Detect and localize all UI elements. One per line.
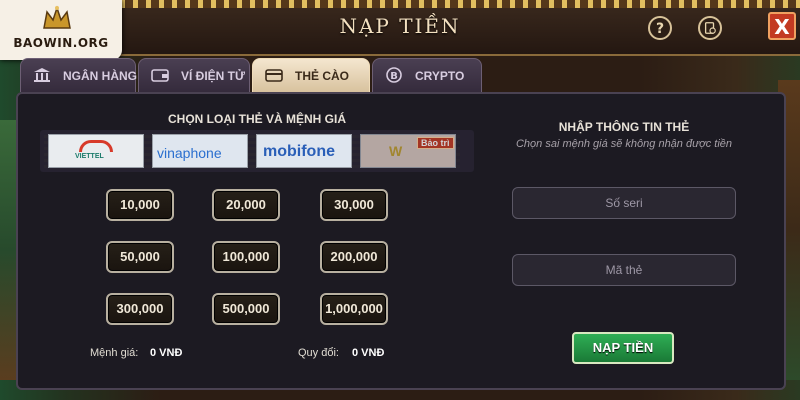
tab-ngan-hang[interactable]: NGÂN HÀNG [20, 58, 137, 92]
card-info-title: NHẬP THÔNG TIN THẺ [558, 120, 690, 134]
carrier-logo-mark: W [389, 143, 403, 159]
maintenance-badge: Bảo trì [417, 137, 454, 149]
carrier-list: VIETTEL vinaphone mobifone W Bảo trì [40, 130, 474, 172]
carrier-viettel[interactable]: VIETTEL [44, 134, 148, 169]
serial-input[interactable]: Số seri [512, 187, 736, 219]
amount-button[interactable]: 100,000 [212, 241, 280, 273]
carrier-maintenance[interactable]: W Bảo trì [356, 134, 460, 169]
viettel-logo-mark [79, 140, 113, 152]
tab-the-cao[interactable]: THẺ CÀO [252, 58, 370, 92]
carrier-name: mobifone [263, 143, 335, 160]
page-title: NẠP TIỀN [339, 14, 461, 38]
crown-icon [43, 5, 71, 29]
bank-icon [34, 68, 50, 82]
wallet-icon [151, 69, 169, 82]
amount-button[interactable]: 200,000 [320, 241, 388, 273]
amount-button[interactable]: 1,000,000 [320, 293, 388, 325]
quy-doi-label: Quy đổi: [298, 347, 339, 359]
logo-text: BAOWIN.ORG [13, 36, 109, 50]
tab-vi-dien-tu[interactable]: VÍ ĐIỆN TỬ [138, 58, 250, 92]
question-icon[interactable]: ? [648, 16, 672, 40]
quy-doi-value: 0 VNĐ [352, 347, 385, 359]
tab-label: THẺ CÀO [295, 69, 349, 83]
tab-label: NGÂN HÀNG [63, 69, 137, 83]
amount-button[interactable]: 50,000 [106, 241, 174, 273]
carrier-vinaphone[interactable]: vinaphone [148, 134, 252, 169]
amount-button[interactable]: 500,000 [212, 293, 280, 325]
submit-button[interactable]: NẠP TIỀN [572, 332, 674, 364]
amount-button[interactable]: 30,000 [320, 189, 388, 221]
svg-text:B: B [390, 71, 398, 82]
tab-label: CRYPTO [415, 69, 465, 83]
amount-button[interactable]: 300,000 [106, 293, 174, 325]
menh-gia-label: Mệnh giá: [90, 347, 139, 359]
carrier-name: vinaphone [157, 145, 222, 161]
tab-crypto[interactable]: B CRYPTO [372, 58, 482, 92]
amount-button[interactable]: 20,000 [212, 189, 280, 221]
close-button[interactable]: X [768, 12, 796, 40]
bitcoin-icon: B [386, 67, 402, 83]
card-code-input[interactable]: Mã thẻ [512, 254, 736, 286]
warning-note: Chọn sai mệnh giá sẽ không nhận được tiề… [515, 138, 733, 150]
carrier-mobifone[interactable]: mobifone [252, 134, 356, 169]
menh-gia-value: 0 VNĐ [150, 347, 183, 359]
marquee-lights [120, 0, 800, 8]
site-logo[interactable]: BAOWIN.ORG [0, 0, 122, 60]
tab-label: VÍ ĐIỆN TỬ [181, 69, 245, 83]
carrier-name: VIETTEL [75, 153, 104, 160]
card-icon [265, 69, 283, 82]
amount-button[interactable]: 10,000 [106, 189, 174, 221]
card-section-title: CHỌN LOẠI THẺ VÀ MỆNH GIÁ [167, 112, 346, 126]
history-icon[interactable] [698, 16, 722, 40]
